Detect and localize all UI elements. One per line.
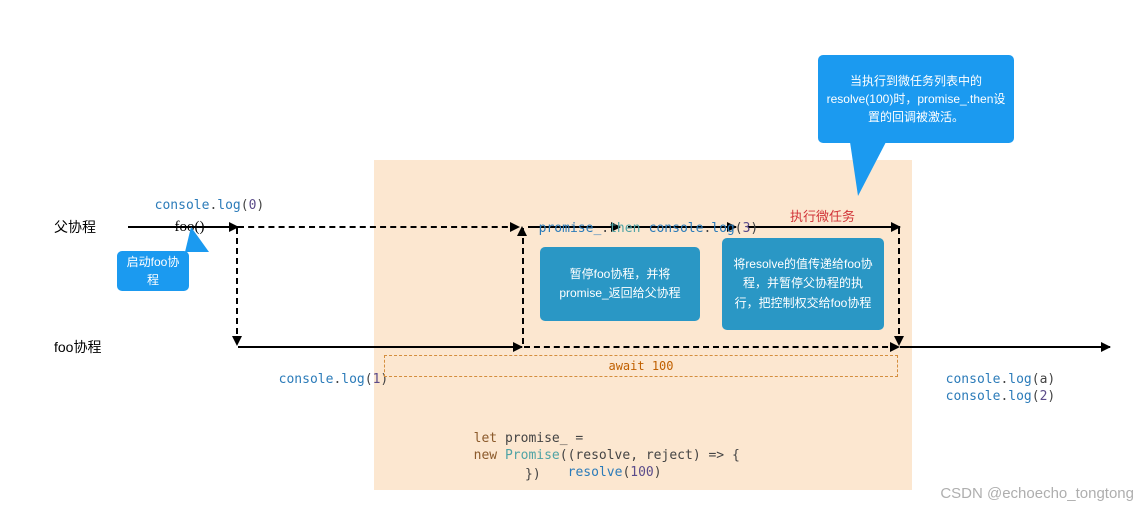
callout-start-foo: 启动foo协程 — [117, 251, 189, 291]
log2-label: console.log(2) — [930, 374, 1055, 404]
dashed-v-1 — [236, 228, 238, 344]
dashed-v-2-arrow — [517, 226, 527, 236]
note-pause-foo: 暂停foo协程，并将promise_返回给父协程 — [540, 247, 700, 321]
code-close: }) — [525, 467, 541, 482]
parent-arrow-micro — [748, 226, 900, 228]
exec-micro-label: 执行微任务 — [790, 206, 855, 225]
foo-arrow-end — [900, 346, 1110, 348]
log3-label: console.log(3) — [633, 206, 758, 236]
watermark: CSDN @echoecho_tongtong — [940, 485, 1134, 502]
dashed-v-3 — [898, 228, 900, 344]
promise-then-label: promise_.then — [523, 206, 640, 236]
row-foo-label: foo协程 — [54, 337, 101, 357]
parent-arrow-1 — [128, 226, 238, 228]
dashed-v-2 — [522, 228, 524, 344]
foo-dashed-mid — [524, 346, 898, 348]
foo-arrow-1 — [238, 346, 522, 348]
await-box: await 100 — [384, 355, 898, 377]
row-parent-label: 父协程 — [54, 217, 96, 237]
log1-label: console.log(1) — [263, 357, 388, 387]
callout-top-right-tail — [850, 142, 886, 196]
dashed-h-parent — [238, 226, 518, 228]
note-pass-resolve: 将resolve的值传递给foo协程，并暂停父协程的执行，把控制权交给foo协程 — [722, 238, 884, 330]
callout-top-right: 当执行到微任务列表中的resolve(100)时，promise_.then设置… — [818, 55, 1014, 143]
callout-start-foo-tail — [185, 227, 209, 252]
code-resolve: resolve(100) — [552, 450, 662, 480]
